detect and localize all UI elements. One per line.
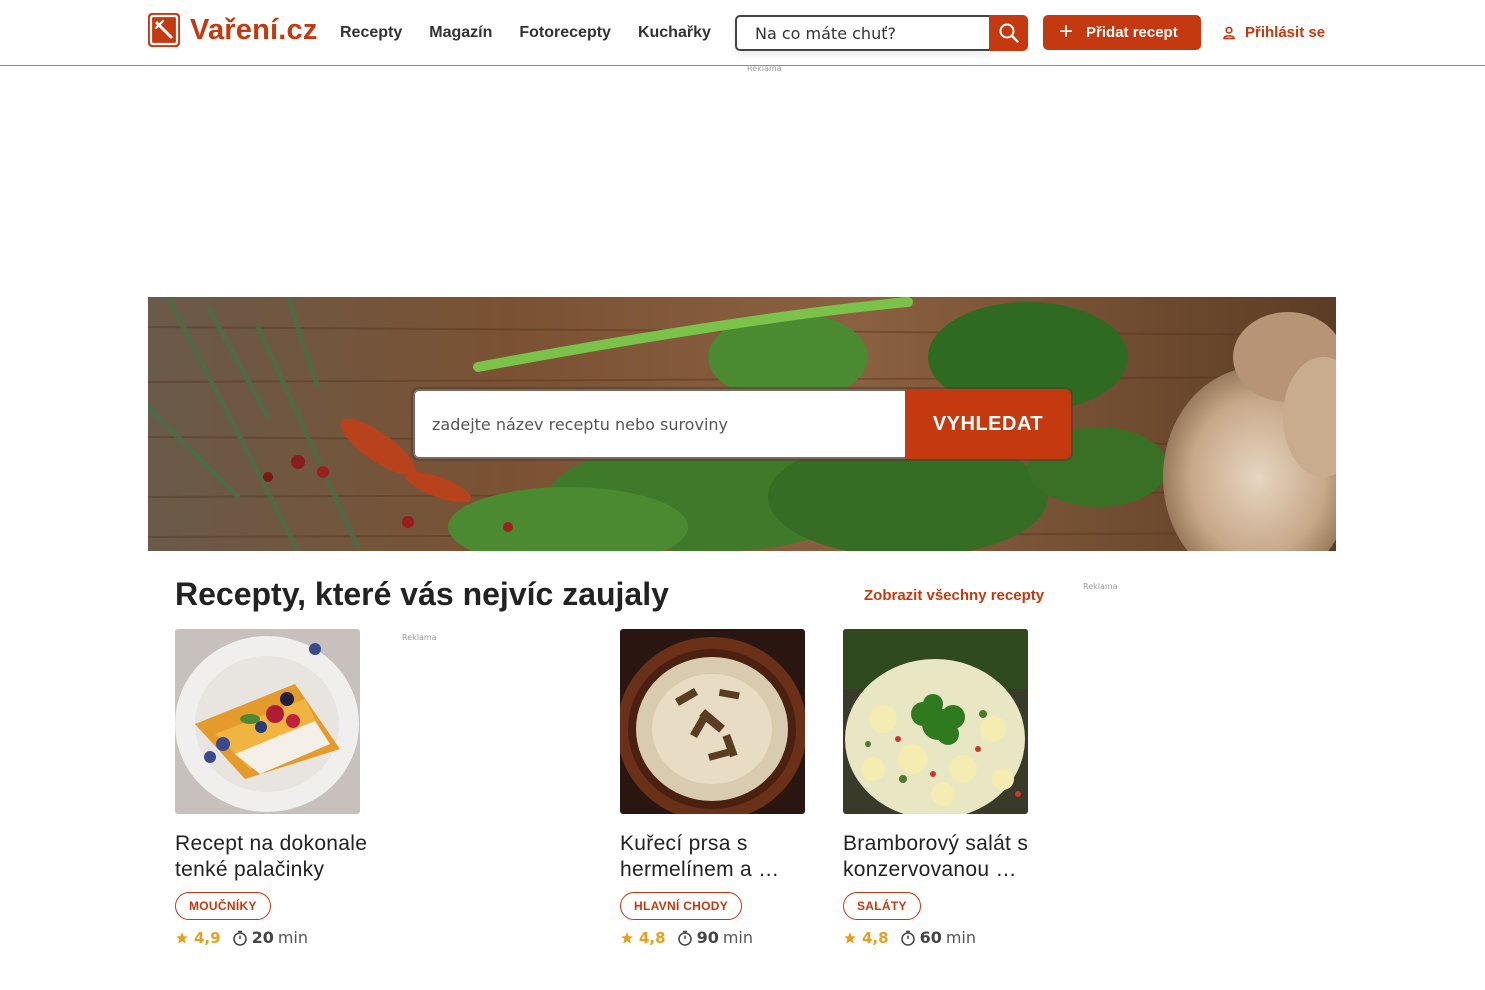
star-icon: [844, 931, 856, 944]
logo-text: Vaření.cz: [190, 13, 318, 46]
recipe-title[interactable]: Bramborový salát s konzervovanou …: [843, 831, 1048, 883]
recipe-time: 90 min: [677, 928, 753, 947]
category-badge[interactable]: MOUČNÍKY: [175, 892, 271, 920]
nav-item-recepty[interactable]: Recepty: [340, 24, 402, 42]
recipe-title[interactable]: Kuřecí prsa s hermelínem a …: [620, 831, 825, 883]
login-label: Přihlásit se: [1245, 24, 1326, 41]
hero-search: zadejte název receptu nebo suroviny VYHL…: [413, 389, 1071, 459]
hero-banner: zadejte název receptu nebo suroviny VYHL…: [148, 297, 1336, 551]
nav-item-kucharky[interactable]: Kuchařky: [638, 24, 711, 42]
ad-label-inline: Reklama: [402, 633, 437, 642]
recipe-card: Kuřecí prsa s hermelínem a … HLAVNÍ CHOD…: [620, 629, 825, 947]
user-icon: [1223, 26, 1235, 39]
recipe-card: Bramborový salát s konzervovanou … SALÁT…: [843, 629, 1048, 947]
hero-search-input[interactable]: zadejte název receptu nebo suroviny: [413, 389, 905, 459]
time-unit: min: [722, 928, 754, 947]
stopwatch-icon: [677, 930, 692, 946]
recipe-time: 60 min: [900, 928, 976, 947]
section-title: Recepty, které vás nejvíc zaujaly: [175, 576, 669, 612]
header-search-button[interactable]: [989, 15, 1028, 51]
star-icon: [176, 931, 188, 944]
recipe-image-kureci-prsa[interactable]: [620, 629, 805, 814]
top-navigation-bar: Vaření.cz Recepty Magazín Fotorecepty Ku…: [0, 0, 1485, 66]
ad-label-top: Reklama: [747, 64, 782, 73]
recipe-meta: 4,8 90 min: [620, 928, 825, 947]
recipe-card: Recept na dokonale tenké palačinky MOUČN…: [175, 629, 380, 947]
recipe-rating: 4,8: [620, 929, 666, 947]
stopwatch-icon: [900, 930, 915, 946]
time-value: 20: [251, 928, 274, 947]
rating-value: 4,8: [862, 928, 889, 947]
plus-icon: +: [1059, 17, 1074, 45]
nav-item-magazin[interactable]: Magazín: [429, 24, 492, 42]
login-link[interactable]: Přihlásit se: [1222, 24, 1325, 41]
recipe-image-bramborovy-salat[interactable]: [843, 629, 1028, 814]
star-icon: [621, 931, 633, 944]
rating-value: 4,9: [194, 928, 221, 947]
time-value: 90: [696, 928, 719, 947]
category-badge[interactable]: HLAVNÍ CHODY: [620, 892, 743, 920]
logo-icon: [148, 13, 180, 47]
header-search-input[interactable]: Na co máte chuť?: [735, 15, 989, 51]
nav-item-fotorecepty[interactable]: Fotorecepty: [519, 24, 611, 42]
search-icon: [999, 23, 1019, 43]
recipe-time: 20 min: [232, 928, 308, 947]
show-all-recipes-link[interactable]: Zobrazit všechny recepty: [864, 587, 1044, 604]
recipe-rating: 4,9: [175, 929, 221, 947]
add-recipe-button[interactable]: + Přidat recept: [1043, 15, 1201, 50]
hero-search-button[interactable]: VYHLEDAT: [905, 389, 1071, 459]
add-recipe-label: Přidat recept: [1086, 24, 1178, 41]
recipe-title[interactable]: Recept na dokonale tenké palačinky: [175, 831, 380, 883]
recipe-meta: 4,9 20 min: [175, 928, 380, 947]
ad-label-right: Reklama: [1083, 582, 1118, 591]
recipe-meta: 4,8 60 min: [843, 928, 1048, 947]
time-unit: min: [945, 928, 977, 947]
time-unit: min: [277, 928, 309, 947]
time-value: 60: [919, 928, 942, 947]
site-logo[interactable]: Vaření.cz: [148, 12, 318, 48]
header-search: Na co máte chuť?: [735, 15, 1028, 51]
category-badge[interactable]: SALÁTY: [843, 892, 921, 920]
recipe-rating: 4,8: [843, 929, 889, 947]
rating-value: 4,8: [639, 928, 666, 947]
stopwatch-icon: [232, 930, 247, 946]
main-nav: Recepty Magazín Fotorecepty Kuchařky: [340, 24, 738, 42]
recipe-image-palacinky[interactable]: [175, 629, 360, 814]
